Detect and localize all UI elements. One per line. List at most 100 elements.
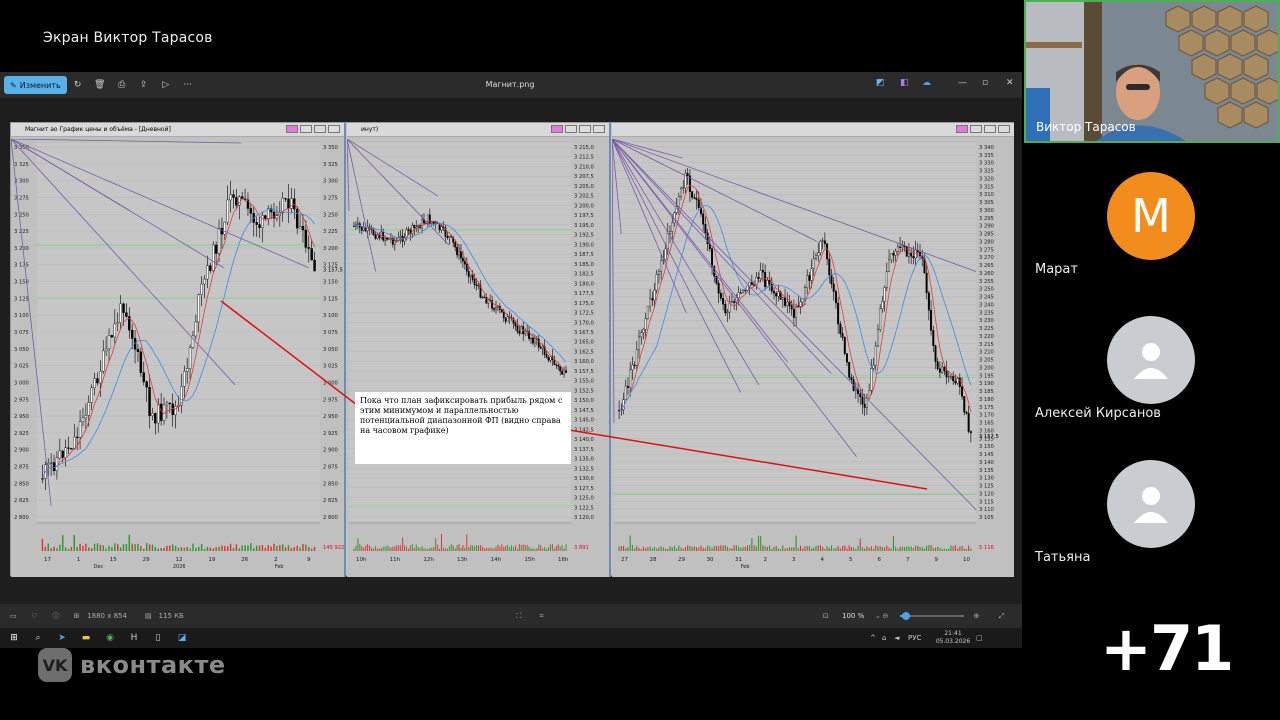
- candle-body: [374, 234, 377, 239]
- cloud-icon[interactable]: ☁: [922, 78, 931, 88]
- designer-icon[interactable]: ◧: [900, 78, 909, 88]
- fit-window-icon[interactable]: ⊡: [823, 612, 842, 620]
- zoom-level[interactable]: 100 %: [842, 612, 875, 620]
- start-icon[interactable]: ⊞: [2, 633, 26, 643]
- volume-bar: [946, 548, 948, 551]
- notifications-icon[interactable]: ▢: [976, 634, 992, 642]
- clock-time: 21:41: [944, 630, 962, 637]
- volume-bar: [200, 544, 203, 551]
- volume-bar: [183, 547, 186, 551]
- explorer-icon[interactable]: ▬: [74, 633, 98, 643]
- edit-button[interactable]: ✎ Изменить: [4, 76, 67, 94]
- volume-bar: [618, 546, 620, 551]
- filmstrip-icon[interactable]: ▭: [10, 612, 31, 620]
- maximize-icon[interactable]: ▫: [982, 78, 988, 88]
- candle-body: [307, 247, 310, 249]
- volume-bar: [676, 548, 678, 551]
- fit-icon[interactable]: ⛶: [516, 612, 539, 621]
- volume-bar: [276, 546, 278, 551]
- volume-icon[interactable]: ◄: [894, 634, 908, 642]
- participant-tile-marat[interactable]: М Марат: [1035, 166, 1275, 296]
- volume-bar: [733, 545, 735, 551]
- crop-icon[interactable]: ⌗: [540, 612, 563, 621]
- candle-body: [58, 450, 62, 459]
- editor-icon[interactable]: ◩: [876, 78, 885, 88]
- candle-body: [657, 271, 660, 275]
- speaker-video[interactable]: Виктор Тарасов: [1024, 0, 1280, 143]
- y-tick-label: 3 125: [323, 296, 338, 302]
- y-tick-label: 2 900: [14, 448, 29, 454]
- volume-bar: [738, 546, 740, 551]
- participant-tile-aleksey[interactable]: Алексей Кирсанов: [1035, 310, 1275, 440]
- tray-chevron-icon[interactable]: ^: [870, 634, 882, 642]
- zoom-out-icon[interactable]: ⊖: [883, 612, 900, 620]
- candle-body: [750, 282, 753, 285]
- volume-bar: [64, 547, 67, 551]
- telegram-icon[interactable]: ➤: [50, 633, 74, 643]
- candle-body: [879, 308, 882, 330]
- rotate-icon[interactable]: ↻: [67, 80, 89, 90]
- candle-body: [223, 221, 227, 235]
- more-options-icon[interactable]: ···: [177, 80, 199, 90]
- zoom-dropdown-icon[interactable]: ⌄: [875, 612, 883, 620]
- delete-icon[interactable]: 🗑: [89, 80, 111, 90]
- volume-bar: [229, 543, 232, 551]
- candle-body: [473, 279, 476, 285]
- daily-pane-buttons: [286, 125, 340, 133]
- trading-screenshot: Магнит ao График цены и объёма - [Дневно…: [10, 122, 1014, 577]
- info-icon[interactable]: ⓘ: [52, 611, 73, 621]
- candle-body: [557, 365, 560, 367]
- slideshow-icon[interactable]: ▷: [155, 80, 177, 90]
- x-tick-label: 4: [821, 557, 825, 563]
- favorite-icon[interactable]: ♡: [31, 612, 52, 620]
- search-icon[interactable]: ⌕: [26, 633, 50, 643]
- fullscreen-icon[interactable]: ⤢: [999, 612, 1022, 621]
- candle-body: [514, 323, 517, 327]
- candle-body: [854, 388, 857, 391]
- participant-tile-tatyana[interactable]: Татьяна: [1035, 454, 1275, 584]
- zoom-slider-thumb[interactable]: [901, 612, 910, 620]
- candle-body: [686, 173, 689, 176]
- volume-bar: [857, 545, 859, 551]
- volume-bar: [833, 548, 835, 551]
- y-tick-label: 2 825: [14, 498, 29, 504]
- candle-body: [561, 370, 564, 375]
- volume-bar: [749, 545, 751, 551]
- candle-body: [454, 242, 457, 248]
- candle-body: [52, 462, 56, 471]
- candle-body: [711, 248, 714, 267]
- volume-bar: [629, 535, 631, 551]
- volume-bar: [742, 547, 744, 551]
- clock[interactable]: 21:41 05.03.2026: [930, 630, 976, 646]
- volume-bar: [839, 548, 841, 551]
- candle-body: [440, 226, 443, 231]
- close-icon[interactable]: ✕: [1006, 78, 1014, 88]
- candle-body: [84, 415, 88, 419]
- network-icon[interactable]: ⌂: [882, 634, 894, 642]
- volume-bar: [439, 548, 441, 551]
- candle-body: [49, 462, 53, 464]
- minimize-icon[interactable]: —: [958, 78, 967, 88]
- candle-body: [682, 187, 685, 189]
- photos-icon[interactable]: ◪: [170, 633, 194, 643]
- candle-body: [797, 305, 800, 307]
- volume-bar: [941, 548, 943, 551]
- share-icon[interactable]: ⇪: [133, 80, 155, 90]
- more-participants-count[interactable]: +71: [1100, 612, 1234, 685]
- zoom-slider[interactable]: [899, 611, 964, 621]
- y-tick-label: 3 162,5: [574, 349, 594, 355]
- volume-bar: [667, 548, 669, 551]
- zoom-in-icon[interactable]: ⊕: [974, 612, 993, 620]
- volume-bar: [105, 548, 107, 551]
- app-h-icon[interactable]: H: [122, 633, 146, 643]
- minute-chart-svg: 3 215,0 3 212,5 3 210,0 3 207,5 3 205,0 3 202…: [347, 139, 609, 577]
- y-tick-label: 3 150: [323, 280, 338, 286]
- y-tick-label: 3 120,0: [574, 515, 594, 521]
- volume-bar: [359, 544, 361, 551]
- volume-bar: [784, 548, 786, 551]
- chrome-icon[interactable]: ◉: [98, 633, 122, 643]
- print-icon[interactable]: ⎙: [111, 80, 133, 90]
- language-indicator[interactable]: РУС: [908, 634, 930, 642]
- candle-body: [649, 298, 652, 307]
- document-icon[interactable]: ▯: [146, 633, 170, 643]
